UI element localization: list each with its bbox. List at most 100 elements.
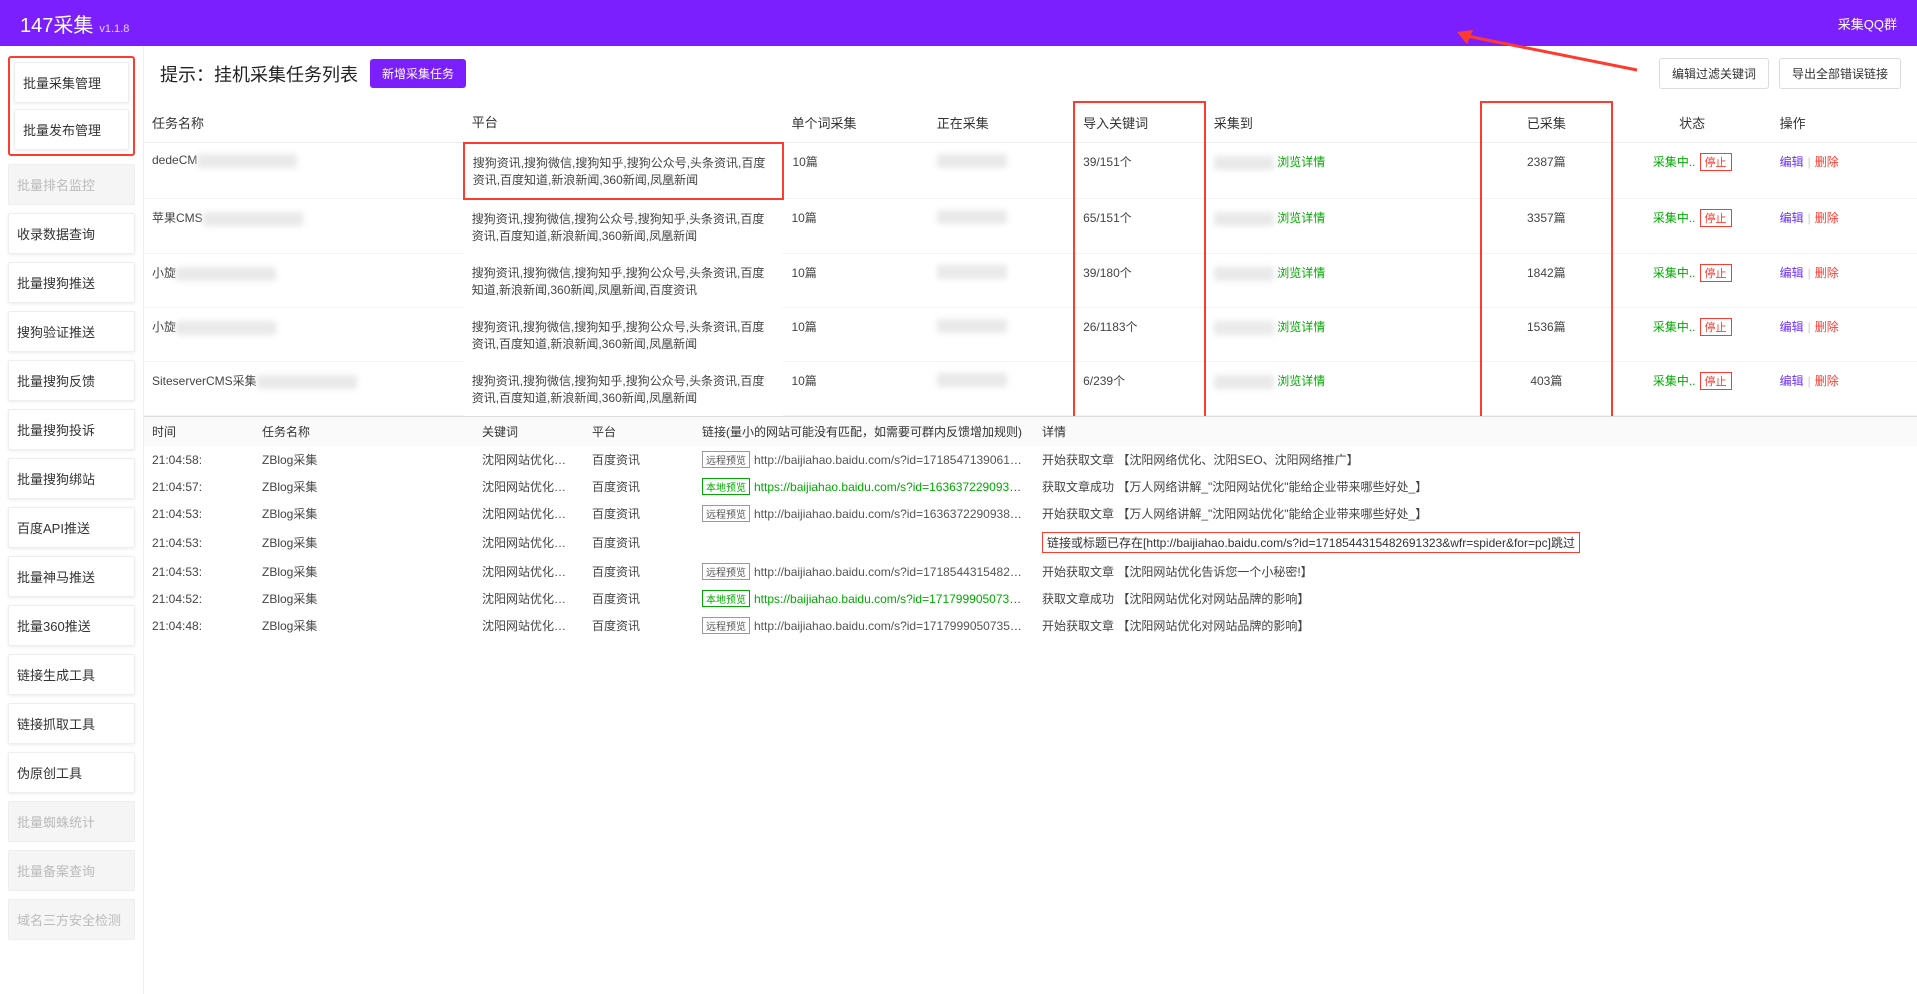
app-header: 147采集 v1.1.8 采集QQ群 — [0, 0, 1917, 46]
stop-button[interactable]: 停止 — [1700, 209, 1732, 227]
main-content: 提示：挂机采集任务列表 新增采集任务 编辑过滤关键词 导出全部错误链接 任务名称… — [144, 46, 1917, 994]
edit-link[interactable]: 编辑 — [1780, 320, 1804, 334]
log-platform: 百度资讯 — [584, 558, 694, 585]
stop-button[interactable]: 停止 — [1700, 318, 1732, 336]
cell-collecting: xxx — [929, 143, 1074, 199]
stop-button[interactable]: 停止 — [1700, 264, 1732, 282]
sidebar-item-4[interactable]: 批量搜狗反馈 — [8, 360, 135, 401]
toolbar: 提示：挂机采集任务列表 新增采集任务 编辑过滤关键词 导出全部错误链接 — [144, 46, 1917, 101]
log-task: ZBlog采集 — [254, 612, 474, 639]
delete-link[interactable]: 删除 — [1815, 374, 1839, 388]
cell-perword: 10篇 — [783, 254, 928, 308]
edit-link[interactable]: 编辑 — [1780, 266, 1804, 280]
browse-detail-link[interactable]: 浏览详情 — [1277, 266, 1325, 280]
sidebar-item-collect-manage[interactable]: 批量采集管理 — [14, 62, 129, 103]
sidebar-item-1[interactable]: 收录数据查询 — [8, 213, 135, 254]
sidebar-item-7[interactable]: 百度API推送 — [8, 507, 135, 548]
cell-actions: 编辑|删除 — [1772, 254, 1917, 308]
delete-link[interactable]: 删除 — [1815, 211, 1839, 225]
browse-detail-link[interactable]: 浏览详情 — [1277, 374, 1325, 388]
log-col-task: 任务名称 — [254, 417, 474, 446]
edit-link[interactable]: 编辑 — [1780, 211, 1804, 225]
sidebar-item-publish-manage[interactable]: 批量发布管理 — [14, 109, 129, 150]
remote-preview-badge[interactable]: 远程预览 — [702, 505, 750, 522]
app-version: v1.1.8 — [99, 23, 129, 35]
log-time: 21:04:53: — [144, 527, 254, 558]
cell-actions: 编辑|删除 — [1772, 143, 1917, 199]
log-col-platform: 平台 — [584, 417, 694, 446]
sidebar-item-5[interactable]: 批量搜狗投诉 — [8, 409, 135, 450]
cell-platform: 搜狗资讯,搜狗微信,搜狗知乎,搜狗公众号,头条资讯,百度资讯,百度知道,新浪新闻… — [464, 143, 784, 199]
sidebar-item-12[interactable]: 伪原创工具 — [8, 752, 135, 793]
stop-button[interactable]: 停止 — [1700, 153, 1732, 171]
cell-name: dedeCMxxxx — [144, 143, 464, 199]
remote-preview-badge[interactable]: 远程预览 — [702, 451, 750, 468]
edit-filter-button[interactable]: 编辑过滤关键词 — [1659, 58, 1769, 89]
remote-preview-badge[interactable]: 远程预览 — [702, 563, 750, 580]
cell-keywords: 39/180个 — [1074, 254, 1205, 308]
log-detail: 开始获取文章 【沈阳网站优化对网站品牌的影响】 — [1034, 612, 1917, 639]
sidebar-item-8[interactable]: 批量神马推送 — [8, 556, 135, 597]
col-keywords: 导入关键词 — [1074, 102, 1205, 143]
sidebar-item-2[interactable]: 批量搜狗推送 — [8, 262, 135, 303]
cell-collected: 2387篇 — [1481, 143, 1612, 199]
log-task: ZBlog采集 — [254, 585, 474, 612]
cell-name: 小旋xxxx — [144, 308, 464, 362]
log-link: 远程预览http://baijiahao.baidu.com/s?id=1717… — [694, 612, 1034, 639]
local-preview-badge[interactable]: 本地预览 — [702, 590, 750, 607]
new-task-button[interactable]: 新增采集任务 — [370, 59, 466, 88]
log-link: 本地预览https://baijiahao.baidu.com/s?id=163… — [694, 473, 1034, 500]
export-errors-button[interactable]: 导出全部错误链接 — [1779, 58, 1901, 89]
log-time: 21:04:52: — [144, 585, 254, 612]
sidebar-item-10[interactable]: 链接生成工具 — [8, 654, 135, 695]
log-row: 21:04:53:ZBlog采集沈阳网站优化价格百度资讯远程预览http://b… — [144, 500, 1917, 527]
app-title: 147采集 — [20, 9, 93, 38]
delete-link[interactable]: 删除 — [1815, 320, 1839, 334]
cell-collect-to: xx 浏览详情 — [1205, 362, 1481, 416]
table-row: dedeCMxxxx搜狗资讯,搜狗微信,搜狗知乎,搜狗公众号,头条资讯,百度资讯… — [144, 143, 1917, 199]
delete-link[interactable]: 删除 — [1815, 155, 1839, 169]
log-platform: 百度资讯 — [584, 527, 694, 558]
cell-keywords: 65/151个 — [1074, 199, 1205, 254]
log-platform: 百度资讯 — [584, 612, 694, 639]
browse-detail-link[interactable]: 浏览详情 — [1277, 211, 1325, 225]
cell-collect-to: xx 浏览详情 — [1205, 199, 1481, 254]
log-time: 21:04:57: — [144, 473, 254, 500]
cell-collected: 1536篇 — [1481, 308, 1612, 362]
sidebar-item-3[interactable]: 搜狗验证推送 — [8, 311, 135, 352]
remote-preview-badge[interactable]: 远程预览 — [702, 617, 750, 634]
local-preview-badge[interactable]: 本地预览 — [702, 478, 750, 495]
sidebar-item-9[interactable]: 批量360推送 — [8, 605, 135, 646]
table-row: SiteserverCMS采集xxxx搜狗资讯,搜狗微信,搜狗知乎,搜狗公众号,… — [144, 362, 1917, 416]
cell-keywords: 26/1183个 — [1074, 308, 1205, 362]
sidebar-item-6[interactable]: 批量搜狗绑站 — [8, 458, 135, 499]
log-task: ZBlog采集 — [254, 527, 474, 558]
log-keyword: 沈阳网站优化价格 — [474, 558, 584, 585]
log-col-detail: 详情 — [1034, 417, 1917, 446]
cell-status: 采集中..停止 — [1612, 254, 1772, 308]
sidebar-item-13: 批量蜘蛛统计 — [8, 801, 135, 842]
qq-group-link[interactable]: 采集QQ群 — [1838, 17, 1897, 32]
edit-link[interactable]: 编辑 — [1780, 374, 1804, 388]
stop-button[interactable]: 停止 — [1700, 372, 1732, 390]
log-link: 远程预览http://baijiahao.baidu.com/s?id=1718… — [694, 446, 1034, 473]
log-link — [694, 527, 1034, 558]
edit-link[interactable]: 编辑 — [1780, 155, 1804, 169]
log-time: 21:04:53: — [144, 500, 254, 527]
table-row: 小旋xxxx搜狗资讯,搜狗微信,搜狗知乎,搜狗公众号,头条资讯,百度资讯,百度知… — [144, 308, 1917, 362]
log-link: 远程预览http://baijiahao.baidu.com/s?id=1718… — [694, 558, 1034, 585]
sidebar-item-11[interactable]: 链接抓取工具 — [8, 703, 135, 744]
sidebar-item-15: 域名三方安全检测 — [8, 899, 135, 940]
browse-detail-link[interactable]: 浏览详情 — [1277, 320, 1325, 334]
table-row: 苹果CMSxxxx搜狗资讯,搜狗微信,搜狗公众号,搜狗知乎,头条资讯,百度资讯,… — [144, 199, 1917, 254]
sidebar: 批量采集管理 批量发布管理 批量排名监控收录数据查询批量搜狗推送搜狗验证推送批量… — [0, 46, 144, 994]
cell-collect-to: xx 浏览详情 — [1205, 254, 1481, 308]
log-row: 21:04:57:ZBlog采集沈阳网站优化价格百度资讯本地预览https://… — [144, 473, 1917, 500]
cell-platform: 搜狗资讯,搜狗微信,搜狗知乎,搜狗公众号,头条资讯,百度资讯,百度知道,新浪新闻… — [464, 308, 784, 362]
log-keyword: 沈阳网站优化价格 — [474, 446, 584, 473]
log-table: 时间 任务名称 关键词 平台 链接(量小的网站可能没有匹配，如需要可群内反馈增加… — [144, 417, 1917, 639]
cell-perword: 10篇 — [783, 308, 928, 362]
cell-collect-to: xx 浏览详情 — [1205, 143, 1481, 199]
browse-detail-link[interactable]: 浏览详情 — [1277, 155, 1325, 169]
delete-link[interactable]: 删除 — [1815, 266, 1839, 280]
